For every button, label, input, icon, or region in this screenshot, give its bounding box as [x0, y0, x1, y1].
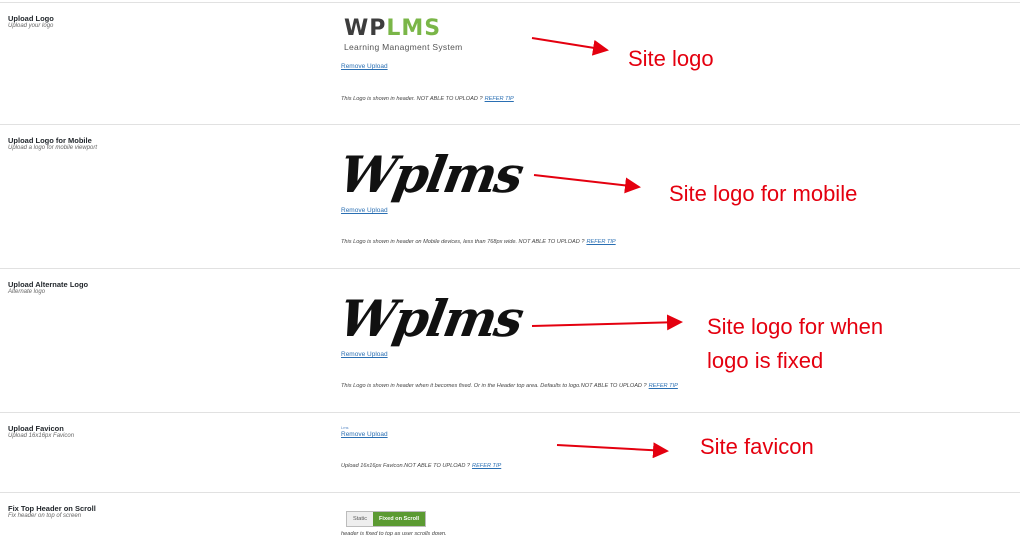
- favicon-note: Upload 16x16px Favicon.NOT ABLE TO UPLOA…: [341, 463, 501, 469]
- fix-header-label: Fix Top Header on Scroll: [8, 504, 96, 513]
- mobile-logo-image: Wplms: [334, 145, 527, 204]
- fix-header-desc: Fix header on top of screen: [8, 513, 82, 519]
- remove-favicon-link[interactable]: Remove Upload: [341, 431, 388, 438]
- fix-header-note: header is fixed to top as user scrolls d…: [341, 531, 447, 537]
- mobile-logo-note: This Logo is shown in header on Mobile d…: [341, 239, 616, 245]
- favicon-note-text: Upload 16x16px Favicon.NOT ABLE TO UPLOA…: [341, 463, 471, 469]
- upload-logo-desc: Upload your logo: [8, 23, 54, 29]
- upload-mobile-logo-label: Upload Logo for Mobile: [8, 136, 92, 145]
- logo-note: This Logo is shown in header. NOT ABLE T…: [341, 96, 514, 102]
- mobile-logo-refer-tip-link[interactable]: REFER TIP: [586, 239, 615, 245]
- alternate-logo-image: Wplms: [334, 289, 527, 348]
- upload-favicon-label: Upload Favicon: [8, 424, 64, 433]
- alternate-logo-note: This Logo is shown in header when it bec…: [341, 383, 678, 389]
- mobile-logo-note-text: This Logo is shown in header on Mobile d…: [341, 239, 585, 245]
- alternate-logo-note-text: This Logo is shown in header when it bec…: [341, 383, 647, 389]
- upload-alternate-logo-label: Upload Alternate Logo: [8, 280, 89, 289]
- annotation-fixed-line2: logo is fixed: [707, 348, 824, 373]
- annotation-site-logo: Site logo: [628, 46, 714, 71]
- upload-favicon-row: Upload Favicon Upload 16x16px Favicon: [0, 412, 1020, 493]
- static-option-button[interactable]: Static: [347, 512, 373, 526]
- fix-header-toggle[interactable]: Static Fixed on Scroll: [346, 511, 427, 527]
- remove-logo-link[interactable]: Remove Upload: [341, 63, 388, 70]
- remove-mobile-logo-link[interactable]: Remove Upload: [341, 207, 388, 214]
- annotation-favicon: Site favicon: [700, 434, 814, 459]
- favicon-refer-tip-link[interactable]: REFER TIP: [472, 463, 501, 469]
- upload-logo-row: Upload Logo Upload your logo: [0, 2, 1020, 125]
- fixed-on-scroll-option-button[interactable]: Fixed on Scroll: [373, 512, 426, 526]
- upload-mobile-logo-desc: Upload a logo for mobile viewport: [8, 145, 98, 151]
- annotation-site-logo-mobile: Site logo for mobile: [669, 181, 858, 206]
- site-logo-image: WPLMS Learning Managment System: [344, 16, 463, 53]
- logo-lms-text: LMS: [386, 16, 442, 41]
- logo-tagline: Learning Managment System: [344, 42, 463, 52]
- fix-header-row: Fix Top Header on Scroll Fix header on t…: [0, 492, 1020, 553]
- logo-wp-text: WP: [344, 16, 387, 41]
- alternate-logo-refer-tip-link[interactable]: REFER TIP: [649, 383, 678, 389]
- favicon-image: Lms: [341, 425, 349, 430]
- upload-alternate-logo-desc: Alternate logo: [8, 289, 46, 295]
- logo-note-text: This Logo is shown in header. NOT ABLE T…: [341, 96, 483, 102]
- annotation-fixed-line1: Site logo for when: [707, 314, 884, 339]
- remove-alternate-logo-link[interactable]: Remove Upload: [341, 351, 388, 358]
- upload-logo-label: Upload Logo: [8, 14, 54, 23]
- logo-refer-tip-link[interactable]: REFER TIP: [485, 96, 514, 102]
- upload-favicon-desc: Upload 16x16px Favicon: [8, 433, 75, 439]
